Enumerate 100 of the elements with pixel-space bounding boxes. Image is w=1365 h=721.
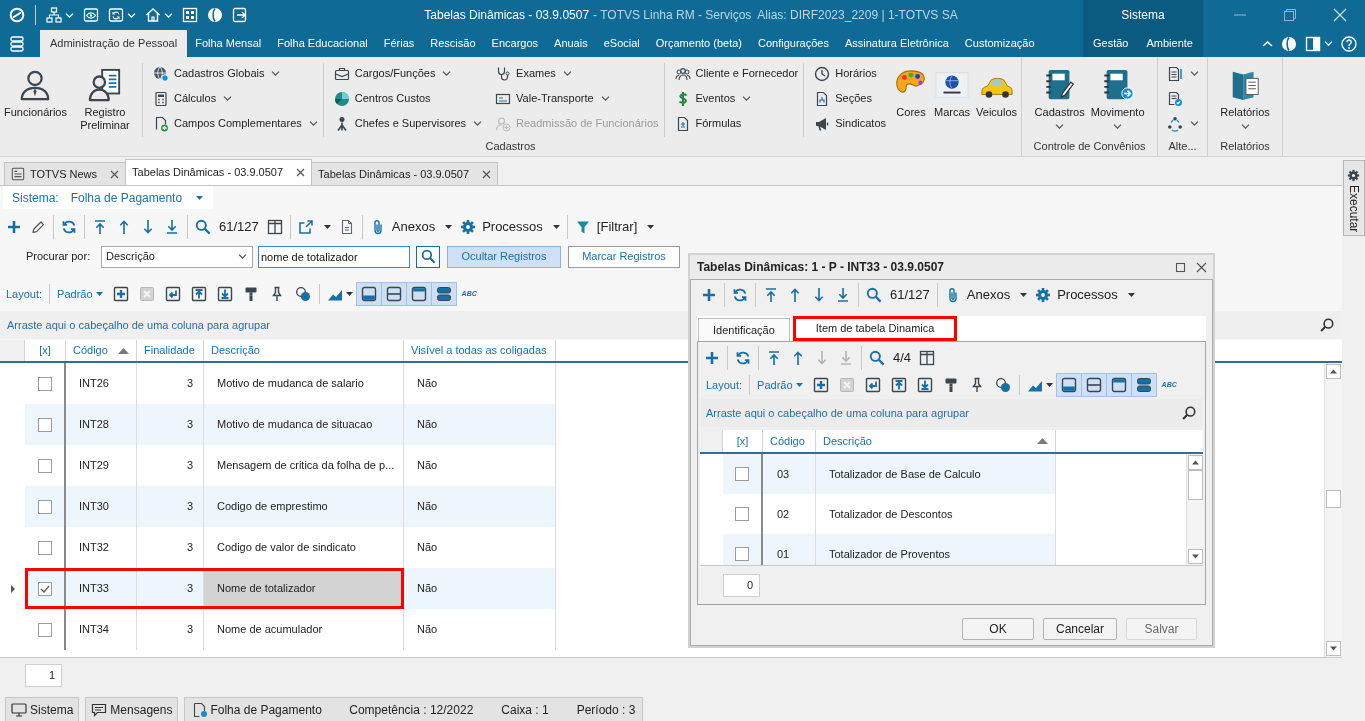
ribbon-button[interactable]: Sindicatos <box>814 111 886 136</box>
logo-icon[interactable] <box>9 7 25 23</box>
status-button[interactable]: Sistema <box>5 697 80 721</box>
dialog-tab[interactable]: Item de tabela Dinamica <box>792 316 958 341</box>
quick-access-button[interactable] <box>145 7 173 23</box>
side-panel-tab[interactable]: Executar <box>1342 160 1365 236</box>
ribbon-tab[interactable]: Gestão <box>1084 30 1138 57</box>
ribbon-button[interactable]: Cadastros <box>1032 68 1087 129</box>
arrow-to-top-icon[interactable] <box>92 218 108 235</box>
dialog-button[interactable]: OK <box>962 618 1034 640</box>
dialog-tab[interactable]: Identificação <box>698 318 790 341</box>
checkbox[interactable] <box>37 581 52 596</box>
quick-access-button[interactable] <box>108 7 136 23</box>
toggle-button[interactable] <box>1080 373 1107 397</box>
ribbon-tab[interactable]: Folha Educacional <box>269 30 376 57</box>
ribbon-tab[interactable]: Rescisão <box>422 30 484 57</box>
column-header[interactable]: Visível a todas as coligadas <box>404 340 556 361</box>
ribbon-button[interactable]: Movimento <box>1088 68 1147 129</box>
layout-apply-icon[interactable] <box>864 377 881 393</box>
column-header[interactable]: Código <box>763 430 816 452</box>
ribbon-tab[interactable]: Ambiente <box>1137 30 1202 57</box>
layout-preset-dropdown[interactable]: Padrão <box>752 376 808 394</box>
ribbon-button[interactable]: Marcas <box>932 68 973 119</box>
arrow-to-bottom-icon[interactable] <box>835 287 851 303</box>
field-dropdown[interactable]: Descrição <box>101 245 253 268</box>
toggle-button[interactable]: Marcar Registros <box>568 245 680 268</box>
toggle-button[interactable] <box>430 282 457 306</box>
ribbon-button[interactable]: Cliente e Fornecedor <box>674 61 799 86</box>
menu-icon[interactable] <box>9 36 25 52</box>
columns-icon[interactable] <box>919 350 936 366</box>
arrow-to-top-icon[interactable] <box>766 350 782 366</box>
toolbar-button[interactable]: Processos <box>1031 283 1139 307</box>
ribbon-tab[interactable]: Assinatura Eletrônica <box>836 30 957 57</box>
layout-preset-dropdown[interactable]: Padrão <box>52 285 108 303</box>
ribbon-tab[interactable]: Folha Mensal <box>187 30 270 57</box>
scroll-thumb[interactable] <box>1326 490 1341 508</box>
layout-upload-icon[interactable] <box>190 286 207 302</box>
search-icon[interactable] <box>195 218 211 235</box>
plus-icon[interactable] <box>704 350 720 366</box>
checkbox[interactable] <box>37 540 52 555</box>
collapse-ribbon-icon[interactable] <box>1262 40 1273 47</box>
scroll-down-icon[interactable] <box>1326 641 1341 656</box>
toggle-button[interactable] <box>1105 373 1132 397</box>
checkbox[interactable] <box>735 547 749 561</box>
ribbon-button[interactable]: Campos Complementares <box>153 111 318 136</box>
ribbon-tab[interactable]: Férias <box>375 30 423 57</box>
ribbon-button[interactable]: Funcionários <box>2 68 69 119</box>
quick-access-button[interactable] <box>46 7 74 23</box>
ribbon-tab[interactable]: Anuais <box>546 30 596 57</box>
column-header[interactable]: Descrição <box>204 340 404 361</box>
search-icon[interactable] <box>869 350 885 366</box>
refresh-icon[interactable] <box>735 350 751 366</box>
column-header[interactable]: Descrição <box>816 430 1056 452</box>
checkbox[interactable] <box>735 507 749 521</box>
toggle-button[interactable] <box>405 282 432 306</box>
scroll-down-icon[interactable] <box>1187 549 1203 564</box>
exit-icon[interactable] <box>232 7 248 23</box>
toolbar-button[interactable]: Anexos <box>365 214 457 239</box>
layout-apply-icon[interactable] <box>164 286 181 302</box>
column-header[interactable]: Código <box>66 340 137 361</box>
toggle-button[interactable] <box>380 282 407 306</box>
checkbox[interactable] <box>37 376 52 391</box>
ribbon-button[interactable]: Cores <box>892 68 930 119</box>
scrollbar[interactable] <box>1324 363 1342 657</box>
layout-download-icon[interactable] <box>916 377 933 393</box>
system-dropdown[interactable]: Folha de Pagamento <box>58 188 213 207</box>
ribbon-button[interactable]: Relatórios <box>1218 68 1272 129</box>
restore-icon[interactable] <box>1283 8 1297 22</box>
ribbon-button[interactable]: Chefes e Supervisores <box>333 111 483 136</box>
ribbon-button[interactable]: Exames <box>495 61 659 86</box>
checkbox[interactable] <box>37 499 52 514</box>
layout-add-icon[interactable] <box>812 377 829 393</box>
layout-upload-icon[interactable] <box>890 377 907 393</box>
ribbon-tab[interactable]: Administração de Pessoal <box>40 30 188 57</box>
globe-icon[interactable] <box>207 7 223 23</box>
document-tab[interactable]: Tabelas Dinâmicas - 03.9.0507 <box>311 162 499 185</box>
arrow-to-top-icon[interactable] <box>763 287 779 303</box>
shapes-icon[interactable] <box>294 286 311 302</box>
column-header[interactable]: [x] <box>723 430 763 452</box>
plus-icon[interactable] <box>701 287 717 303</box>
help-icon[interactable] <box>1341 35 1357 52</box>
document-tab[interactable]: Tabelas Dinâmicas - 03.9.0507 <box>125 159 313 185</box>
ribbon-button[interactable]: Centros Custos <box>333 86 483 111</box>
ribbon-button[interactable]: Cálculos <box>153 86 318 111</box>
maximize-icon[interactable] <box>1175 261 1186 273</box>
ribbon-tab[interactable]: eSocial <box>595 30 648 57</box>
close-icon[interactable] <box>1196 261 1207 273</box>
toolbar-button[interactable]: Anexos <box>940 283 1032 307</box>
layout-options-button[interactable] <box>1305 35 1333 52</box>
search-field[interactable]: nome de totalizador <box>258 245 410 268</box>
ribbon-button[interactable]: Registro Preliminar <box>71 68 139 132</box>
ribbon-button[interactable]: Veiculos <box>974 68 1020 119</box>
checkbox[interactable] <box>37 622 52 637</box>
search-icon[interactable] <box>1320 317 1335 333</box>
refresh-icon[interactable] <box>732 287 748 303</box>
search-button[interactable] <box>416 245 440 268</box>
column-header[interactable]: [x] <box>25 340 66 361</box>
search-icon[interactable] <box>866 287 882 303</box>
ribbon-button[interactable]: Fórmulas <box>674 111 799 136</box>
toolbar-button[interactable]: [Filtrar] <box>570 214 659 239</box>
